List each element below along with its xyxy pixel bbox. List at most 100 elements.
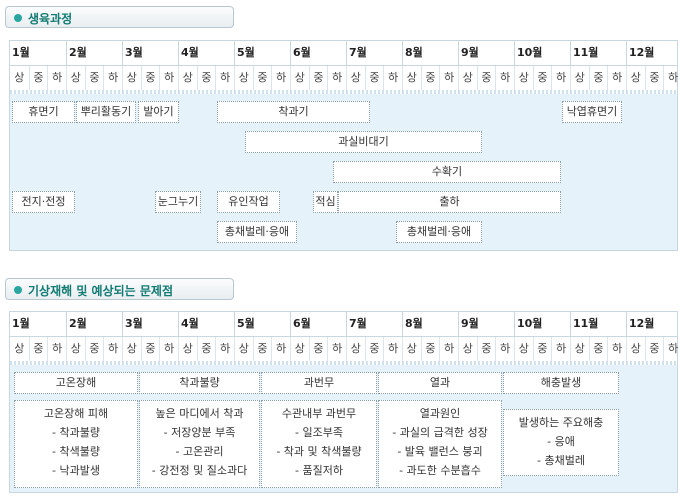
subperiod-cell: 하: [383, 337, 402, 361]
issue-detail-line: - 발육 밸런스 붕괴: [397, 445, 483, 458]
subperiod-cell: 중: [476, 337, 496, 361]
stage-training: 유인작업: [217, 191, 280, 213]
month-header: 11월: [570, 41, 626, 65]
subperiod-cell: 상: [346, 337, 365, 361]
month-header: 3월: [122, 41, 178, 65]
subperiod-cell: 상: [570, 337, 589, 361]
issue-detail-line: - 품질저하: [295, 464, 343, 477]
subperiod-cell: 하: [159, 66, 178, 90]
month-header: 1월: [12, 317, 30, 330]
subperiod-cell: 중: [364, 66, 384, 90]
issue-detail-line: 발생하는 주요해충: [518, 416, 604, 429]
subperiod-cell: 상: [346, 66, 365, 90]
issue-detail-line: - 총채벌레: [537, 454, 585, 467]
subperiod-cell: 중: [252, 66, 272, 90]
subperiod-cell: 중: [420, 66, 440, 90]
issue-detail-line: - 착과불량: [52, 426, 100, 439]
growth-calendar: 1월 2월 3월 4월 5월 6월 7월 8월 9월 10월 11월 12월 상중하상중하상중하상중하…: [9, 40, 678, 251]
stage-shipping: 출하: [338, 191, 561, 213]
subperiod-cell: 하: [215, 337, 234, 361]
subperiod-row: 상중하상중하상중하상중하상중하상중하상중하상중하상중하상중하상중하상중하: [10, 336, 678, 361]
subperiod-cell: 상: [402, 66, 421, 90]
subperiod-cell: 상: [178, 66, 197, 90]
section-title-text: 기상재해 및 예상되는 문제점: [28, 284, 174, 298]
subperiod-cell: 중: [140, 66, 160, 90]
subperiod-cell: 하: [103, 337, 122, 361]
subperiod-cell: 하: [607, 337, 626, 361]
subperiod-cell: 상: [14, 342, 25, 355]
bullet-icon: [14, 286, 22, 294]
issue-header-fruit-cracking: 열과: [378, 372, 502, 394]
subperiod-cell: 하: [215, 66, 234, 90]
subperiod-cell: 상: [626, 337, 645, 361]
subperiod-cell: 상: [514, 337, 533, 361]
month-header: 7월: [346, 312, 402, 336]
subperiod-cell: 중: [28, 337, 48, 361]
month-header: 9월: [458, 312, 514, 336]
month-header: 6월: [290, 41, 346, 65]
subperiod-cell: 하: [439, 66, 458, 90]
month-header: 5월: [234, 41, 290, 65]
subperiod-cell: 중: [420, 337, 440, 361]
subperiod-cell: 하: [663, 66, 682, 90]
month-header: 10월: [514, 41, 570, 65]
issue-detail-fruit-cracking: 열과원인 - 과실의 급격한 성장 - 발육 밸런스 붕괴 - 과도한 수분흡수: [378, 400, 502, 488]
stage-thinning: 적심: [313, 191, 338, 213]
subperiod-cell: 중: [644, 337, 664, 361]
issue-header-poor-fruiting: 착과불량: [139, 372, 260, 394]
stage-leaf-fall-dormancy: 낙엽휴면기: [562, 101, 622, 123]
subperiod-cell: 상: [66, 337, 85, 361]
issues-area: 고온장해 착과불량 과번무 열과 해충발생 고온장해 피해 - 착과불량 - 착…: [10, 365, 677, 492]
subperiod-cell: 상: [178, 337, 197, 361]
month-header-row: 1월 2월 3월 4월 5월 6월 7월 8월 9월 10월 11월 12월: [10, 41, 677, 65]
subperiod-cell: 상: [514, 66, 533, 90]
subperiod-cell: 중: [588, 66, 608, 90]
subperiod-cell: 중: [308, 337, 328, 361]
subperiod-cell: 하: [47, 66, 66, 90]
stage-harvest: 수확기: [333, 161, 561, 183]
issue-header-pest-outbreak: 해충발생: [503, 372, 619, 394]
issue-detail-line: - 고온관리: [175, 445, 224, 458]
subperiod-cell: 하: [551, 337, 570, 361]
subperiod-cell: 하: [495, 66, 514, 90]
stage-dormancy: 휴면기: [12, 101, 75, 123]
subperiod-cell: 하: [103, 66, 122, 90]
issue-detail-line: - 저장양분 부족: [163, 426, 236, 439]
stage-bud-thinning: 눈그누기: [155, 191, 201, 213]
subperiod-cell: 하: [327, 66, 346, 90]
section-title-growth: 생육과정: [5, 6, 234, 28]
issue-detail-line: 수관내부 과번무: [281, 407, 357, 420]
subperiod-cell: 중: [532, 337, 552, 361]
month-header: 2월: [66, 312, 122, 336]
subperiod-cell: 상: [570, 66, 589, 90]
stage-sprouting: 발아기: [138, 101, 179, 123]
issue-header-overgrowth: 과번무: [261, 372, 377, 394]
issue-detail-line: - 낙과발생: [52, 464, 100, 477]
issue-header-heat-damage: 고온장해: [14, 372, 138, 394]
subperiod-cell: 하: [159, 337, 178, 361]
subperiod-cell: 상: [14, 71, 25, 84]
section-title-text: 생육과정: [28, 12, 73, 26]
month-header: 7월: [346, 41, 402, 65]
subperiod-cell: 중: [476, 66, 496, 90]
issue-detail-line: - 과도한 수분흡수: [399, 464, 481, 477]
subperiod-cell: 상: [402, 337, 421, 361]
issue-detail-line: - 과실의 급격한 성장: [392, 426, 488, 439]
subperiod-cell: 중: [644, 66, 664, 90]
issue-detail-line: - 응애: [547, 435, 575, 448]
stage-pest-1: 총채벌레·응애: [217, 221, 297, 243]
issue-detail-overgrowth: 수관내부 과번무 - 일조부족 - 착과 및 착색불량 - 품질저하: [261, 400, 377, 488]
subperiod-cell: 중: [588, 337, 608, 361]
month-header: 3월: [122, 312, 178, 336]
subperiod-cell: 하: [551, 66, 570, 90]
month-header: 8월: [402, 41, 458, 65]
subperiod-cell: 중: [364, 337, 384, 361]
issue-detail-line: - 일조부족: [295, 426, 343, 439]
subperiod-cell: 상: [122, 337, 141, 361]
subperiod-cell: 중: [532, 66, 552, 90]
issue-detail-pest-outbreak: 발생하는 주요해충 - 응애 - 총채벌레: [503, 409, 619, 476]
month-header: 6월: [290, 312, 346, 336]
subperiod-cell: 상: [458, 66, 477, 90]
section-title-weather: 기상재해 및 예상되는 문제점: [5, 278, 234, 300]
subperiod-cell: 중: [308, 66, 328, 90]
